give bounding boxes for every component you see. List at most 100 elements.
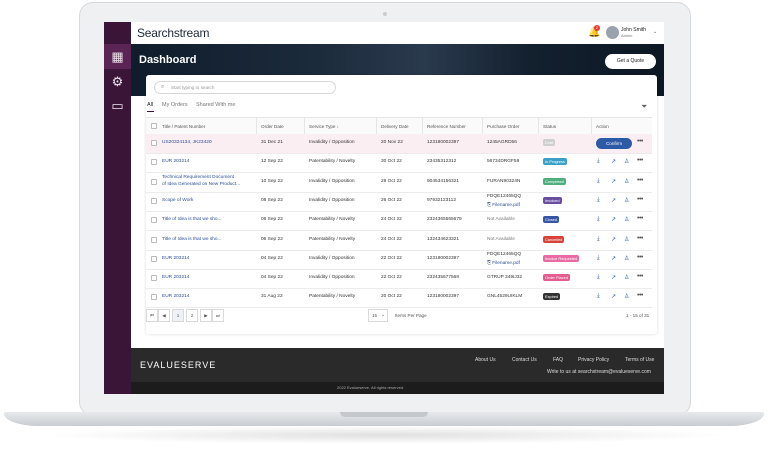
share-icon[interactable]: ↗ — [611, 178, 616, 185]
row-checkbox[interactable] — [151, 159, 157, 166]
avatar[interactable] — [606, 26, 619, 39]
user-icon[interactable]: ♙ — [624, 197, 629, 204]
row-title[interactable]: Technical Requirement Document — [162, 175, 234, 180]
footer-link-contact[interactable]: Contact Us — [512, 357, 537, 363]
chevron-down-icon[interactable]: ⌄ — [653, 29, 657, 35]
table-row[interactable]: Title of Idea is that we sho... 06 Sep 22… — [146, 231, 652, 251]
user-icon[interactable]: ♙ — [624, 236, 629, 243]
next-page-button[interactable]: ▶ — [200, 309, 212, 322]
footer-link-faq[interactable]: FAQ — [553, 357, 563, 363]
th-delivery-date[interactable]: Delivery Date — [381, 124, 409, 129]
th-reference-number[interactable]: Reference Number — [427, 124, 466, 129]
footer-link-terms[interactable]: Terms of Use — [625, 357, 654, 363]
tab-all[interactable]: All — [147, 102, 153, 108]
table-row[interactable]: EUR 203214 04 Sep 22 Invalidity / Oppositi… — [146, 269, 652, 290]
row-title-line-2[interactable]: of Idea Generated on New Product... — [162, 182, 240, 187]
download-icon[interactable]: ⤓ — [597, 197, 600, 204]
user-icon[interactable]: ♙ — [624, 158, 629, 165]
more-options-icon[interactable]: ••• — [637, 215, 643, 222]
th-status[interactable]: Status — [543, 124, 556, 129]
share-icon[interactable]: ↗ — [611, 216, 616, 223]
table-row[interactable]: Technical Requirement Document of Idea Ge… — [146, 173, 652, 193]
table-row[interactable]: EUR 203214 31 Aug 22 Patentability / Novel… — [146, 288, 652, 309]
filter-icon[interactable]: ⏷ — [641, 102, 647, 112]
more-options-icon[interactable]: ••• — [637, 273, 643, 280]
row-service-type: Patentability / Novelty — [309, 294, 356, 300]
user-icon[interactable]: ♙ — [624, 216, 629, 223]
row-title[interactable]: EUR 203214 — [162, 256, 189, 261]
row-checkbox[interactable] — [151, 294, 157, 301]
tab-shared-with-me[interactable]: Shared With me — [196, 102, 235, 108]
row-checkbox[interactable] — [151, 140, 157, 146]
chevron-down-icon[interactable]: ⌄ — [381, 312, 385, 318]
footer-email[interactable]: Write to us at searchstream@evalueserve.… — [547, 369, 651, 375]
share-icon[interactable]: ↗ — [611, 158, 616, 165]
more-options-icon[interactable]: ••• — [637, 138, 643, 145]
row-title[interactable]: Title of Idea is that we sho... — [162, 217, 222, 222]
select-all-checkbox[interactable] — [151, 123, 157, 129]
row-title[interactable]: Scope of Work — [162, 198, 193, 203]
share-icon[interactable]: ↗ — [611, 274, 616, 281]
more-options-icon[interactable]: ••• — [637, 196, 643, 203]
download-icon[interactable]: ⤓ — [597, 178, 600, 185]
more-options-icon[interactable]: ••• — [637, 254, 643, 261]
th-title[interactable]: Title / Patent Number — [162, 124, 205, 129]
footer-link-privacy[interactable]: Privacy Policy — [578, 357, 609, 363]
row-po-file-link[interactable]: ⎘ Filename.pdf — [487, 202, 520, 208]
get-quote-button[interactable]: Get a Quote — [605, 54, 656, 69]
download-icon[interactable]: ⤓ — [597, 236, 600, 243]
row-po-file-link[interactable]: ⎘ Filename.pdf — [487, 260, 520, 266]
table-row[interactable]: EUR 203214 12 Sep 22 Patentability / Novel… — [146, 153, 652, 174]
footer-link-about[interactable]: About Us — [475, 357, 496, 363]
sidebar: ▦ ⚙ ▭ — [104, 22, 131, 394]
row-checkbox[interactable] — [151, 236, 157, 243]
more-options-icon[interactable]: ••• — [637, 177, 643, 184]
more-options-icon[interactable]: ••• — [637, 292, 643, 299]
more-options-icon[interactable]: ••• — [637, 235, 643, 242]
page-2-button[interactable]: 2 — [186, 309, 198, 322]
row-title[interactable]: EUR 203214 — [162, 294, 189, 299]
th-order-date[interactable]: Order Date — [261, 124, 284, 129]
download-icon[interactable]: ⤓ — [597, 216, 600, 223]
last-page-button[interactable]: ⏭ — [212, 309, 224, 322]
row-checkbox[interactable] — [151, 217, 157, 224]
row-title[interactable]: EUR 203214 — [162, 275, 189, 280]
th-service-type[interactable]: Service Type ↓ — [309, 124, 339, 129]
sort-arrow-icon[interactable]: ↓ — [337, 124, 339, 129]
user-icon[interactable]: ♙ — [624, 293, 629, 300]
handshake-icon[interactable]: ⚙ — [110, 74, 125, 89]
table-row[interactable]: US20324134, JK23420 31 Dec 21 Invalidity /… — [146, 134, 652, 154]
download-icon[interactable]: ⤓ — [597, 274, 600, 281]
row-checkbox[interactable] — [151, 275, 157, 282]
dashboard-icon[interactable]: ▦ — [110, 49, 125, 64]
app-logo[interactable]: Searchstream — [137, 26, 209, 40]
table-row[interactable]: Title of Idea is that we sho... 06 Sep 22… — [146, 211, 652, 232]
th-purchase-order[interactable]: Purchase Order — [487, 124, 519, 129]
share-icon[interactable]: ↗ — [611, 255, 616, 262]
download-icon[interactable]: ⤓ — [597, 158, 600, 165]
table-row[interactable]: Scope of Work 08 Sep 22 Invalidity / Oppos… — [146, 192, 652, 212]
download-icon[interactable]: ⤓ — [597, 293, 600, 300]
prev-page-button[interactable]: ◀ — [158, 309, 170, 322]
tab-my-orders[interactable]: My Orders — [162, 102, 188, 108]
search-input[interactable]: ⌕ Start typing to search — [154, 81, 336, 94]
more-options-icon[interactable]: ••• — [637, 157, 643, 164]
user-icon[interactable]: ♙ — [624, 178, 629, 185]
row-checkbox[interactable] — [151, 197, 157, 204]
row-title[interactable]: US20324134, JK23420 — [162, 140, 212, 145]
first-page-button[interactable]: ⏮ — [146, 309, 158, 322]
user-icon[interactable]: ♙ — [624, 255, 629, 262]
user-icon[interactable]: ♙ — [624, 274, 629, 281]
folder-icon[interactable]: ▭ — [110, 98, 125, 113]
row-title[interactable]: EUR 203214 — [162, 159, 189, 164]
page-1-button[interactable]: 1 — [172, 309, 184, 322]
row-title[interactable]: Title of Idea is that we sho... — [162, 237, 222, 242]
share-icon[interactable]: ↗ — [611, 236, 616, 243]
share-icon[interactable]: ↗ — [611, 293, 616, 300]
confirm-button[interactable]: Confirm — [596, 138, 632, 149]
row-checkbox[interactable] — [151, 178, 157, 185]
table-row[interactable]: EUR 203214 04 Sep 22 Invalidity / Oppositi… — [146, 250, 652, 270]
row-checkbox[interactable] — [151, 255, 157, 262]
share-icon[interactable]: ↗ — [611, 197, 616, 204]
download-icon[interactable]: ⤓ — [597, 255, 600, 262]
